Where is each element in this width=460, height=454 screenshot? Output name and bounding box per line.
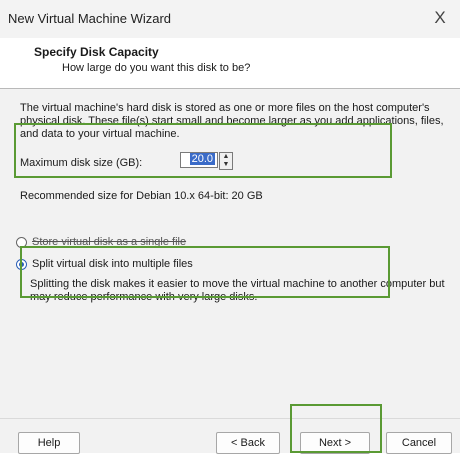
recommended-size-text: Recommended size for Debian 10.x 64-bit:… [20, 190, 263, 202]
back-button[interactable]: < Back [216, 432, 280, 454]
wizard-header: Specify Disk Capacity How large do you w… [0, 38, 460, 88]
page-title: Specify Disk Capacity [34, 45, 159, 59]
page-subtitle: How large do you want this disk to be? [62, 62, 251, 74]
disk-size-highlight-box [14, 123, 392, 178]
close-icon[interactable]: X [430, 8, 450, 28]
button-bar-divider [0, 418, 460, 419]
title-bar: New Virtual Machine Wizard X [0, 0, 460, 38]
window-title: New Virtual Machine Wizard [8, 11, 172, 26]
split-option-highlight-box [20, 246, 390, 298]
next-button-highlight-box [290, 404, 382, 453]
help-button[interactable]: Help [18, 432, 80, 454]
cancel-button[interactable]: Cancel [386, 432, 452, 454]
